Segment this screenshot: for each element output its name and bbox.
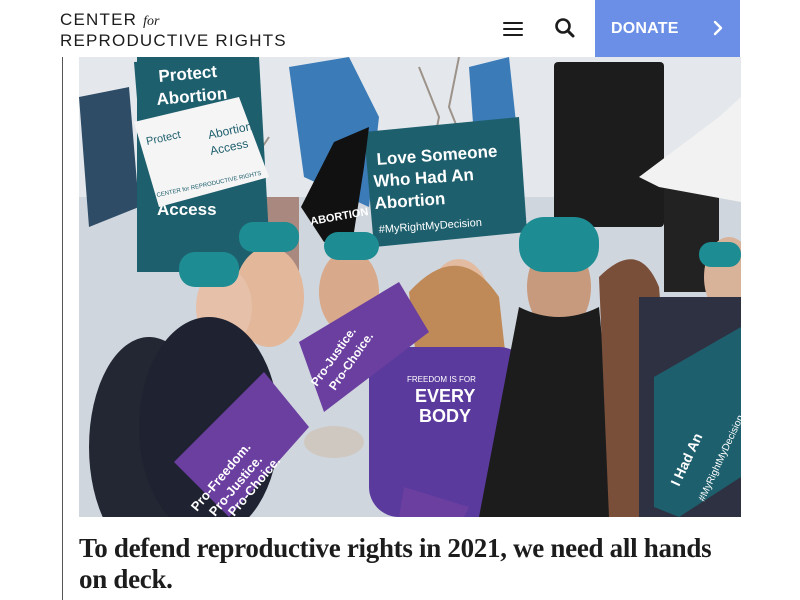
hamburger-icon-bar [503, 34, 523, 36]
donate-label: DONATE [611, 19, 679, 37]
donate-button[interactable]: DONATE [595, 0, 740, 57]
logo-reproductive-rights: REPRODUCTIVE RIGHTS [60, 31, 287, 50]
search-icon [555, 18, 575, 38]
hamburger-icon [503, 22, 523, 24]
menu-button[interactable] [499, 16, 527, 42]
left-divider [62, 57, 63, 600]
search-button[interactable] [552, 15, 578, 41]
svg-text:EVERY: EVERY [415, 386, 475, 406]
logo[interactable]: CENTER for REPRODUCTIVE RIGHTS [60, 10, 287, 51]
site-header: CENTER for REPRODUCTIVE RIGHTS DONATE [0, 0, 800, 57]
headline: To defend reproductive rights in 2021, w… [79, 533, 712, 594]
logo-center: CENTER [60, 10, 138, 29]
logo-for: for [143, 14, 160, 29]
hero-image: Protect Abortion Access Protect Abortion… [79, 57, 741, 517]
svg-text:BODY: BODY [419, 406, 471, 426]
svg-text:FREEDOM IS FOR: FREEDOM IS FOR [407, 375, 476, 384]
hamburger-icon-bar [503, 28, 523, 30]
chevron-right-icon [713, 20, 723, 36]
